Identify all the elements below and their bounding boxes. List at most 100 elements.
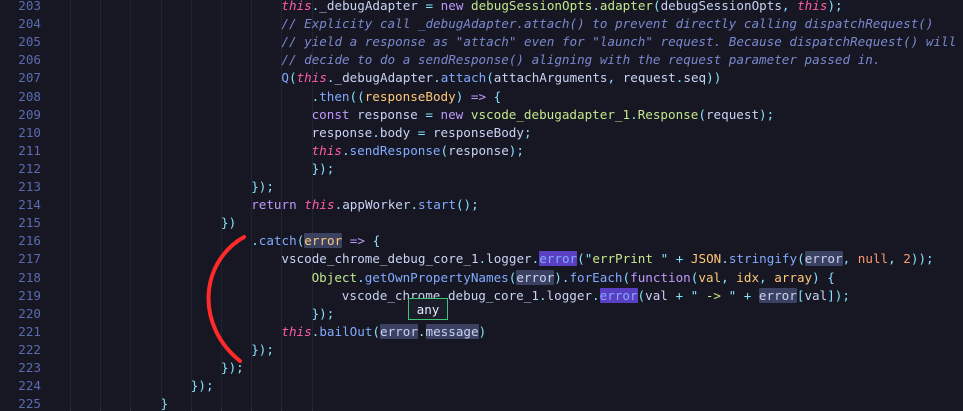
line-number: 208: [18, 88, 41, 104]
code-text: this. _debugAdapter = new debugSessionOpt…: [281, 0, 842, 15]
code-line[interactable]: 209 const response = new vscode_debugadap…: [0, 106, 963, 124]
code-token: .: [417, 323, 426, 339]
code-token: });: [251, 179, 274, 194]
code-line[interactable]: 208 .then((responseBody) => {: [0, 88, 963, 106]
code-token: {: [493, 88, 502, 104]
code-text: }: [161, 395, 169, 411]
code-token: vscode_debugadapter_1: [470, 106, 631, 122]
code-token: this: [296, 70, 327, 86]
code-token: new: [440, 106, 471, 122]
line-number: 222: [18, 341, 41, 357]
code-editor[interactable]: 203 this._debugAdapter = new debugSession…: [0, 0, 963, 411]
code-token: );: [508, 142, 524, 158]
code-text: response.body = responseBody;: [312, 124, 532, 142]
code-line[interactable]: 205 // yield a response as "attach" even …: [0, 33, 963, 51]
code-token: _debugAdapter: [319, 0, 426, 13]
code-text: });: [312, 160, 335, 178]
code-token: (": [577, 251, 593, 267]
code-token: ));: [910, 251, 934, 267]
code-token: function: [630, 269, 691, 285]
code-token: sendResponse: [349, 142, 441, 158]
code-token: ;: [523, 124, 532, 140]
code-token: this: [281, 323, 312, 339]
code-token: });: [251, 341, 274, 357]
code-token: " +: [660, 251, 691, 267]
code-token: (: [797, 251, 805, 267]
code-line[interactable]: 225}: [0, 395, 963, 411]
code-token: .: [538, 287, 547, 303]
line-number: 221: [18, 323, 41, 339]
code-token: {: [372, 233, 381, 249]
code-token: .: [478, 251, 487, 267]
code-token: seq: [683, 70, 707, 86]
code-line[interactable]: 224});: [0, 377, 963, 395]
code-line[interactable]: 223});: [0, 359, 963, 377]
code-token: stringify: [728, 251, 798, 267]
code-line[interactable]: 207 Q(this._debugAdapter.attach(attachArg…: [0, 69, 963, 87]
code-line[interactable]: 219 vscode_chrome_debug_core_1.logger.err…: [0, 287, 963, 305]
code-text: return this.appWorker.start();: [251, 196, 479, 214]
code-token: val: [698, 269, 722, 285]
code-token: vscode_chrome_debug_core_1: [281, 251, 479, 267]
code-line[interactable]: 206 // decide to do a sendResponse() alig…: [0, 51, 963, 69]
code-text: // Explicity call _debugAdapter.attach()…: [281, 15, 933, 33]
code-text: }): [221, 214, 236, 232]
code-text: Object.getOwnPropertyNames (error).forEac…: [312, 269, 835, 287]
code-token: logger: [546, 287, 593, 303]
code-token: this: [304, 197, 335, 213]
code-line[interactable]: 214 return this.appWorker.start();: [0, 196, 963, 214]
code-token: ]);: [827, 287, 850, 303]
code-line[interactable]: 215}): [0, 214, 963, 232]
code-token: request: [705, 106, 760, 122]
code-token: )): [706, 70, 722, 86]
code-line[interactable]: 221 this.bailOut(error.message): [0, 323, 963, 341]
code-token: .: [326, 70, 335, 86]
code-token: ,: [759, 269, 775, 285]
code-token: Response: [637, 106, 699, 122]
code-token: JSON: [690, 251, 722, 267]
code-token: return: [251, 197, 305, 213]
code-line[interactable]: 220});: [0, 305, 963, 323]
code-line[interactable]: 210 response.body = responseBody;: [0, 124, 963, 142]
code-token: ();: [455, 197, 479, 213]
code-token: }: [160, 396, 169, 411]
code-token: .: [630, 106, 638, 122]
code-line[interactable]: 217 vscode_chrome_debug_core_1.logger.err…: [0, 250, 963, 268]
code-line[interactable]: 222});: [0, 341, 963, 359]
line-number: 214: [18, 197, 41, 213]
code-token: request: [622, 70, 676, 86]
code-token: (: [288, 70, 297, 86]
line-number: 206: [18, 52, 41, 68]
code-token: const: [311, 106, 358, 122]
code-line[interactable]: 212});: [0, 160, 963, 178]
code-token: ).: [554, 269, 570, 285]
code-text: this.bailOut(error.message): [281, 323, 486, 341]
code-token: appWorker: [342, 197, 411, 213]
code-token: .: [592, 0, 600, 13]
line-number: 207: [18, 70, 41, 86]
code-token: this: [797, 0, 828, 13]
code-line[interactable]: 218 Object.getOwnPropertyNames (error).for…: [0, 269, 963, 287]
code-token: Q: [281, 70, 289, 86]
code-token: response: [448, 142, 509, 158]
code-line[interactable]: 204 // Explicity call _debugAdapter.attac…: [0, 15, 963, 33]
line-number: 224: [18, 378, 41, 394]
code-token: 2: [903, 251, 911, 267]
code-token: this: [311, 142, 342, 158]
code-token: new: [440, 0, 471, 13]
line-number: 204: [18, 16, 41, 32]
code-line[interactable]: 213});: [0, 178, 963, 196]
code-token: _debugAdapter: [334, 70, 434, 86]
code-token: (: [372, 323, 380, 339]
line-number: 210: [18, 124, 41, 140]
code-line[interactable]: 216 .catch(error => {: [0, 232, 963, 250]
code-line[interactable]: 211 this.sendResponse(response);: [0, 142, 963, 160]
line-number: 209: [18, 106, 41, 122]
code-token: =: [425, 106, 441, 122]
code-line[interactable]: 203 this. _debugAdapter = new debugSession…: [0, 0, 963, 15]
code-token: body: [379, 124, 418, 140]
code-token: // decide to do a sendResponse() alignin…: [281, 52, 881, 68]
code-token: ((: [349, 88, 365, 104]
code-token: .: [357, 269, 365, 285]
code-token: ,: [721, 269, 737, 285]
